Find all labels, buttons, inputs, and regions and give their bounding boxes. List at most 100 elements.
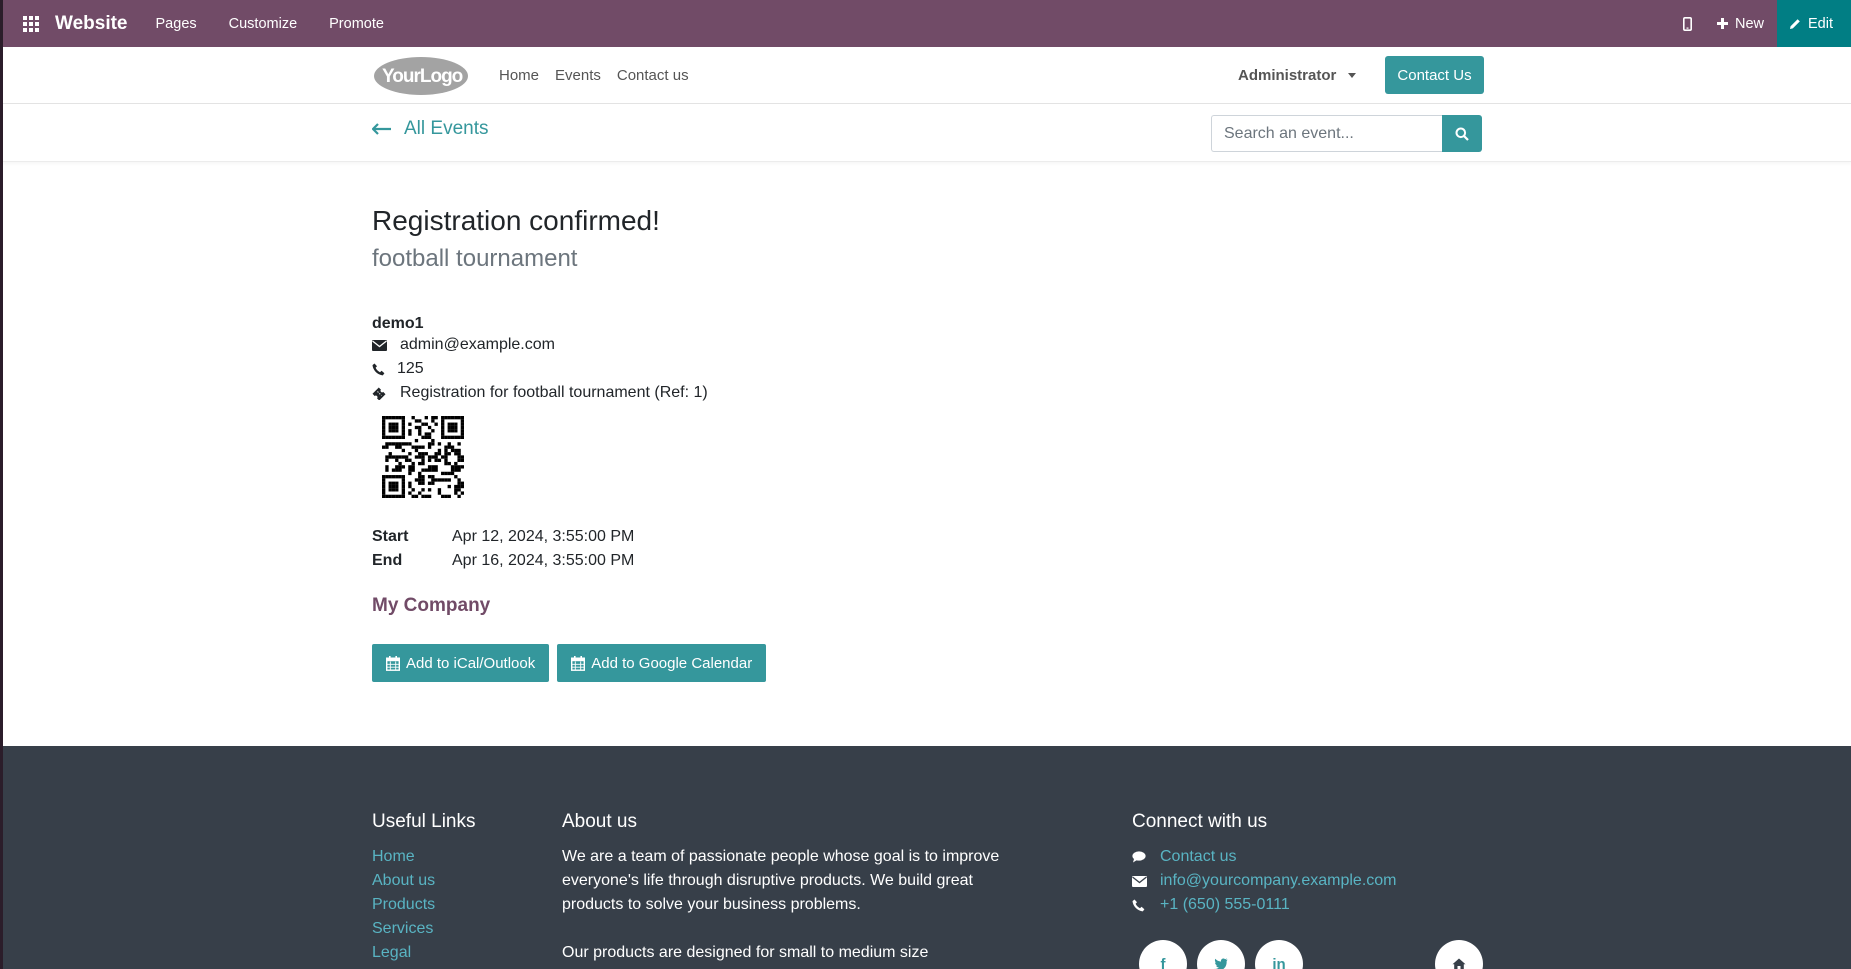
apps-menu-icon[interactable] xyxy=(9,0,53,47)
qr-module xyxy=(388,484,392,489)
social-links: f in xyxy=(1134,940,1484,969)
linkedin-icon[interactable]: in xyxy=(1255,940,1303,969)
site-logo[interactable]: YourLogo xyxy=(372,55,470,97)
footer-email-line[interactable]: info@yourcompany.example.com xyxy=(1132,869,1397,893)
nav-home[interactable]: Home xyxy=(499,67,539,84)
pencil-icon xyxy=(1790,18,1800,29)
registration-confirmation: Registration confirmed! football tournam… xyxy=(372,205,1272,682)
qr-module xyxy=(450,445,455,449)
qr-module xyxy=(395,422,399,426)
qr-module xyxy=(434,478,438,482)
end-value: Apr 16, 2024, 3:55:00 PM xyxy=(452,552,635,569)
menu-customize[interactable]: Customize xyxy=(229,16,298,32)
menu-pages[interactable]: Pages xyxy=(156,16,197,32)
qr-module xyxy=(401,448,406,453)
qr-module xyxy=(457,484,461,489)
qr-module xyxy=(447,461,451,466)
search-icon xyxy=(1455,127,1469,141)
qr-module xyxy=(450,429,455,433)
qr-module xyxy=(385,494,389,499)
qr-module xyxy=(411,488,415,492)
qr-module xyxy=(437,458,442,462)
qr-module xyxy=(395,416,399,420)
qr-module xyxy=(391,455,396,459)
qr-module xyxy=(460,432,465,436)
qr-module xyxy=(418,491,422,495)
qr-module xyxy=(408,481,412,485)
event-search-input[interactable]: Search an event... xyxy=(1211,115,1445,152)
qr-module xyxy=(421,494,425,499)
footer-email-link[interactable]: info@yourcompany.example.com xyxy=(1160,872,1397,890)
qr-module xyxy=(395,435,399,440)
qr-module xyxy=(424,422,428,426)
qr-module xyxy=(408,471,412,476)
nav-events[interactable]: Events xyxy=(555,67,601,84)
arrow-left-icon xyxy=(372,123,391,135)
search-button[interactable] xyxy=(1442,115,1482,152)
about-us-title: About us xyxy=(562,811,637,832)
page-title: Registration confirmed! xyxy=(372,205,660,236)
qr-module xyxy=(395,468,399,472)
qr-module xyxy=(457,481,461,485)
qr-module xyxy=(401,481,406,485)
facebook-icon[interactable]: f xyxy=(1139,940,1187,969)
qr-module xyxy=(408,442,412,446)
mobile-preview-icon[interactable] xyxy=(1673,16,1703,31)
add-to-ical-button[interactable]: Add to iCal/Outlook xyxy=(372,644,550,682)
qr-module xyxy=(450,465,455,469)
qr-module xyxy=(414,438,419,443)
footer-link-services[interactable]: Services xyxy=(372,917,476,941)
menu-promote[interactable]: Promote xyxy=(329,16,384,32)
qr-module xyxy=(401,478,406,482)
qr-module xyxy=(454,475,458,479)
all-events-link[interactable]: All Events xyxy=(372,118,488,140)
home-icon[interactable] xyxy=(1435,940,1483,969)
qr-module xyxy=(401,488,406,492)
footer-contact-line[interactable]: Contact us xyxy=(1132,845,1397,869)
qr-module xyxy=(382,478,386,482)
add-to-google-calendar-button[interactable]: Add to Google Calendar xyxy=(557,644,767,682)
qr-module xyxy=(437,452,442,456)
qr-module xyxy=(447,425,451,430)
qr-module xyxy=(414,425,419,430)
footer-link-legal[interactable]: Legal xyxy=(372,941,476,965)
twitter-icon[interactable] xyxy=(1197,940,1245,969)
add-to-google-calendar-label: Add to Google Calendar xyxy=(591,654,753,672)
qr-module xyxy=(414,445,419,449)
new-button[interactable]: New xyxy=(1716,16,1764,32)
qr-module xyxy=(421,475,425,479)
qr-module xyxy=(388,435,392,440)
qr-module xyxy=(444,494,448,499)
footer-link-home[interactable]: Home xyxy=(372,845,476,869)
qr-module xyxy=(444,435,448,440)
qr-module xyxy=(421,468,425,472)
qr-module xyxy=(385,465,389,469)
qr-module xyxy=(418,481,422,485)
website-editor-bar: Website Pages Customize Promote New Edit xyxy=(3,0,1851,47)
qr-module xyxy=(391,435,396,440)
contact-us-button[interactable]: Contact Us xyxy=(1385,56,1484,94)
end-label: End xyxy=(372,552,403,569)
edit-button[interactable]: Edit xyxy=(1777,0,1851,47)
user-menu[interactable]: Administrator xyxy=(1238,47,1357,104)
qr-module xyxy=(457,416,461,420)
qr-module xyxy=(427,455,432,459)
qr-module xyxy=(460,465,465,469)
footer-link-about[interactable]: About us xyxy=(372,869,476,893)
qr-module xyxy=(427,475,432,479)
qr-module xyxy=(441,429,445,433)
qr-module xyxy=(441,432,445,436)
qr-module xyxy=(388,429,392,433)
app-title[interactable]: Website xyxy=(55,13,128,35)
footer-phone-link[interactable]: +1 (650) 555-0111 xyxy=(1160,896,1290,914)
qr-module xyxy=(454,484,458,489)
footer-link-products[interactable]: Products xyxy=(372,893,476,917)
qr-module xyxy=(408,484,412,489)
qr-module xyxy=(447,429,451,433)
qr-module xyxy=(441,425,445,430)
comment-icon xyxy=(1132,851,1160,863)
nav-contact-us[interactable]: Contact us xyxy=(617,67,689,84)
qr-module xyxy=(431,416,435,420)
footer-phone-line[interactable]: +1 (650) 555-0111 xyxy=(1132,893,1397,917)
footer-contact-link[interactable]: Contact us xyxy=(1160,848,1236,866)
